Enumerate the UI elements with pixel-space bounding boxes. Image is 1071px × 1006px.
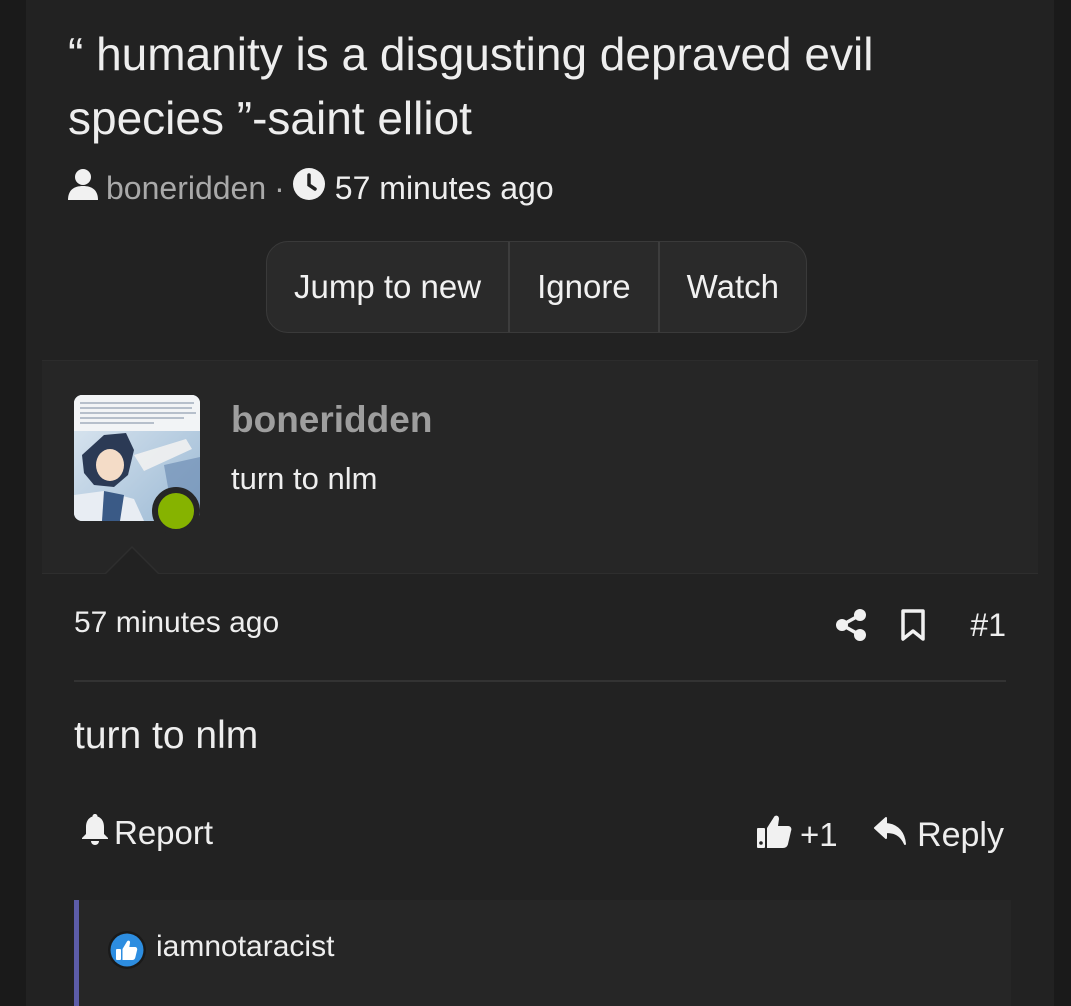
post-actions-top: #1 [802, 600, 1006, 650]
reply-button[interactable]: Reply [873, 810, 1004, 860]
user-icon [68, 168, 98, 208]
reply-label: Reply [917, 815, 1004, 854]
thread-page: “ humanity is a disgusting depraved evil… [26, 0, 1054, 1006]
post-author-title: turn to nlm [231, 461, 378, 496]
bell-icon [80, 812, 110, 854]
online-status-dot [152, 487, 200, 535]
thread-author-link[interactable]: boneridden [106, 170, 266, 207]
thumbs-up-badge-icon [107, 930, 147, 975]
clock-icon [292, 168, 325, 208]
report-button[interactable]: Report [80, 810, 213, 856]
watch-button[interactable]: Watch [660, 242, 806, 332]
post-header: boneridden turn to nlm [42, 360, 1038, 574]
meta-separator: · [274, 169, 285, 206]
post-header-notch-fill [106, 548, 158, 574]
thread-button-group: Jump to new Ignore Watch [266, 241, 807, 333]
thread-time[interactable]: 57 minutes ago [335, 170, 554, 207]
share-icon[interactable] [836, 609, 867, 641]
bookmark-icon[interactable] [900, 608, 926, 642]
reaction-user-link[interactable]: iamnotaracist [156, 930, 334, 964]
like-button[interactable]: +1 [756, 810, 838, 860]
thumbs-up-icon [756, 813, 792, 857]
post-author-name[interactable]: boneridden [231, 399, 432, 441]
reply-arrow-icon [873, 816, 907, 855]
post-timestamp[interactable]: 57 minutes ago [74, 606, 279, 640]
post-permalink-number[interactable]: #1 [970, 607, 1006, 644]
like-count: +1 [800, 816, 838, 853]
thread-title: “ humanity is a disgusting depraved evil… [68, 28, 874, 144]
report-label: Report [114, 814, 214, 851]
reactions-bar: iamnotaracist [74, 900, 1011, 1006]
thread-meta: boneridden · 57 minutes ago [68, 166, 554, 210]
post-divider [74, 680, 1006, 682]
jump-to-new-button[interactable]: Jump to new [267, 242, 511, 332]
post-body: turn to nlm [74, 714, 259, 757]
ignore-button[interactable]: Ignore [510, 242, 660, 332]
